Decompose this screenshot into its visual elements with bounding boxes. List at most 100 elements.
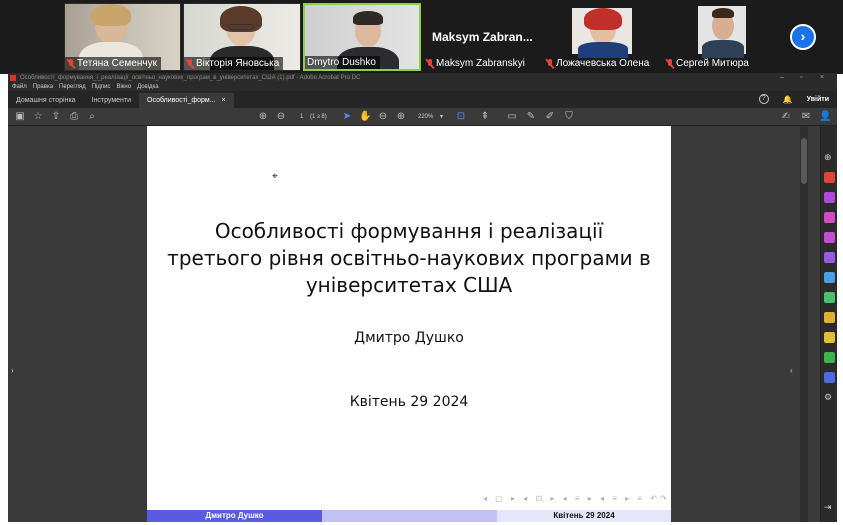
scrollbar-thumb[interactable] xyxy=(801,138,807,184)
pdf-page[interactable]: ⌖ Особливості формування і реалізації тр… xyxy=(147,126,671,522)
scroll-mode-icon[interactable]: ⇞ xyxy=(479,111,491,123)
participant-tile-serhii[interactable]: Сергей Митюра xyxy=(663,3,781,71)
create-pdf-icon[interactable] xyxy=(824,192,835,203)
slide-date: Квітень 29 2024 xyxy=(349,394,469,410)
close-tab-icon[interactable]: × xyxy=(222,97,226,104)
zoom-in-icon[interactable]: ⊕ xyxy=(395,111,407,123)
stamp-tool-icon[interactable] xyxy=(824,332,835,343)
acrobat-window: Особливості_формування_і_реалізації_осві… xyxy=(8,73,837,522)
participant-name: Dmytro Dushko xyxy=(307,57,376,68)
tab-home[interactable]: Домашня сторінка xyxy=(8,93,84,108)
upload-icon[interactable]: ⇪ xyxy=(50,111,62,123)
mouse-cursor-icon: ⌖ xyxy=(272,171,278,182)
fill-sign-icon[interactable]: ✍ xyxy=(780,111,792,123)
zoom-out-icon[interactable]: ⊖ xyxy=(377,111,389,123)
slide-title-line: університетах США xyxy=(305,273,513,297)
participant-tile-tetiana[interactable]: Тетяна Семенчук xyxy=(64,3,181,71)
mic-off-icon xyxy=(546,58,554,69)
participant-tile-olena[interactable]: Ложачевська Олена xyxy=(543,3,661,71)
participant-name: Ложачевська Олена xyxy=(556,58,650,69)
page-total: (1 з 8) xyxy=(310,114,327,120)
protect-shield-icon[interactable] xyxy=(824,372,835,383)
menu-view[interactable]: Перегляд xyxy=(59,83,86,91)
highlight-pen-icon[interactable]: ✎ xyxy=(525,111,537,123)
slide-footer-date: Квітень 29 2024 xyxy=(497,510,671,522)
help-icon[interactable]: ? xyxy=(758,94,769,104)
bell-icon[interactable]: 🔔 xyxy=(783,95,793,104)
edit-pdf-icon[interactable] xyxy=(824,232,835,243)
page-current[interactable]: 1 xyxy=(300,112,303,122)
participant-tile-viktoriia[interactable]: Вікторія Яновська xyxy=(183,3,301,71)
close-icon[interactable]: × xyxy=(820,73,824,83)
person-hair xyxy=(91,4,131,26)
tab-bar: Домашня сторінка Інструменти Особливості… xyxy=(8,91,837,108)
participant-name-tag: Ложачевська Олена xyxy=(544,57,653,70)
page-down-icon[interactable]: ⊖ xyxy=(275,111,287,123)
participant-tile-maksym[interactable]: Maksym Zabran... Maksym Zabranskyi xyxy=(423,3,541,71)
tab-document[interactable]: Особливості_форм... × xyxy=(139,93,234,108)
menu-window[interactable]: Вікно xyxy=(116,83,131,91)
minimize-icon[interactable]: – xyxy=(780,73,784,83)
print-production-icon[interactable] xyxy=(824,352,835,363)
fit-page-icon[interactable]: ⊡ xyxy=(455,111,467,123)
page-up-icon[interactable]: ⊕ xyxy=(257,111,269,123)
vertical-scrollbar[interactable] xyxy=(800,126,808,522)
mic-off-icon xyxy=(67,58,75,69)
participant-tile-dmytro[interactable]: Dmytro Dushko xyxy=(303,3,421,71)
sign-pen-icon[interactable] xyxy=(824,252,835,263)
person-hair xyxy=(353,11,383,25)
share-user-icon[interactable]: 👤 xyxy=(819,111,831,123)
mic-off-icon xyxy=(186,58,194,69)
menu-bar: Файл Правка Перегляд Підпис Вікно Довідк… xyxy=(8,83,837,91)
scan-icon[interactable] xyxy=(824,272,835,283)
tab-document-label: Особливості_форм... xyxy=(147,97,216,104)
mail-icon[interactable]: ✉ xyxy=(800,111,812,123)
participant-name: Вікторія Яновська xyxy=(196,58,280,69)
document-area[interactable]: › ⌖ Особливості формування і реалізації … xyxy=(8,126,820,522)
slide-author: Дмитро Душко xyxy=(354,330,464,346)
mic-off-icon xyxy=(666,58,674,69)
search-icon[interactable]: ⌕ xyxy=(86,111,98,123)
organize-pages-icon[interactable] xyxy=(824,212,835,223)
zoom-tool-icon[interactable]: ⊕ xyxy=(824,152,835,163)
zoom-dropdown-icon[interactable]: ▾ xyxy=(440,112,443,122)
participant-name-tag: Сергей Митюра xyxy=(664,57,753,70)
tab-tools[interactable]: Інструменти xyxy=(84,93,139,108)
participant-name: Сергей Митюра xyxy=(676,58,749,69)
toolbar: ▣ ☆ ⇪ ⎙ ⌕ ⊕ ⊖ 1 (1 з 8) ➤ ✋ ⊖ ⊕ 220% ▾ ⊡… xyxy=(8,108,837,126)
right-panel-toggle-icon[interactable]: ‹ xyxy=(790,366,793,375)
compare-icon[interactable] xyxy=(824,292,835,303)
menu-edit[interactable]: Правка xyxy=(33,83,53,91)
collapse-panel-icon[interactable]: ⇥ xyxy=(824,502,835,513)
participant-name: Тетяна Семенчук xyxy=(77,58,157,69)
left-panel-toggle-icon[interactable]: › xyxy=(11,366,14,375)
person-body xyxy=(702,40,744,58)
next-participants-button[interactable]: › xyxy=(790,24,816,50)
export-pdf-icon[interactable] xyxy=(824,172,835,183)
beamer-navigation[interactable]: ◂ ▢ ▸ ◂ ⊡ ▸ ◂ ≡ ▸ ◂ ≡ ▸ ≡ ↶↷ xyxy=(483,494,670,503)
print-icon[interactable]: ⎙ xyxy=(68,111,80,123)
menu-help[interactable]: Довідка xyxy=(137,83,159,91)
bookmark-star-icon[interactable]: ☆ xyxy=(32,111,44,123)
hand-icon[interactable]: ✋ xyxy=(359,111,371,123)
maximize-icon[interactable]: ▫ xyxy=(800,73,802,83)
participant-name-tag: Maksym Zabranskyi xyxy=(424,57,529,70)
person-hair xyxy=(584,8,622,30)
menu-file[interactable]: Файл xyxy=(12,83,27,91)
participant-name-tag: Вікторія Яновська xyxy=(184,57,284,70)
comment-tool-icon[interactable] xyxy=(824,312,835,323)
zoom-level[interactable]: 220% xyxy=(418,112,433,122)
participant-name: Maksym Zabranskyi xyxy=(436,58,525,69)
stamp-icon[interactable]: ⛉ xyxy=(563,111,575,123)
menu-sign[interactable]: Підпис xyxy=(92,83,111,91)
sign-in-button[interactable]: Увійти xyxy=(807,96,829,103)
mic-off-icon xyxy=(426,58,434,69)
save-icon[interactable]: ▣ xyxy=(14,111,26,123)
draw-icon[interactable]: ✐ xyxy=(544,111,556,123)
more-tools-icon[interactable]: ⚙ xyxy=(824,392,835,403)
tabbar-right: ? 🔔 Увійти xyxy=(758,94,829,104)
slide-footer-middle xyxy=(322,510,497,522)
comment-icon[interactable]: ▭ xyxy=(506,111,518,123)
pdf-icon xyxy=(10,75,16,81)
select-cursor-icon[interactable]: ➤ xyxy=(341,111,353,123)
